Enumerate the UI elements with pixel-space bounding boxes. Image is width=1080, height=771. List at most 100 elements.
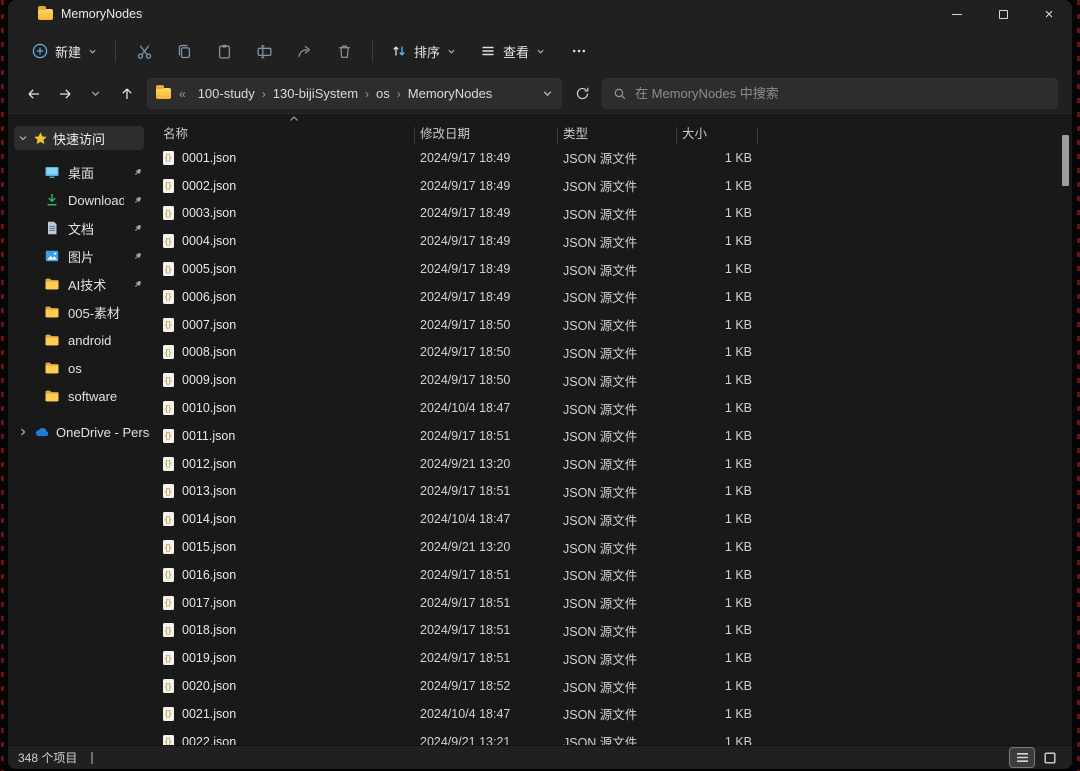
column-header-date-modified[interactable]: 修改日期: [415, 120, 558, 144]
file-row[interactable]: 0002.json2024/9/17 18:49JSON 源文件1 KB: [150, 172, 1072, 200]
sidebar-item-software[interactable]: software: [8, 382, 150, 410]
file-name: 0016.json: [182, 568, 236, 582]
file-row[interactable]: 0012.json2024/9/21 13:20JSON 源文件1 KB: [150, 450, 1072, 478]
breadcrumb-segment[interactable]: 100-study: [194, 84, 259, 103]
file-date-modified: 2024/9/17 18:51: [415, 596, 558, 610]
file-row[interactable]: 0003.json2024/9/17 18:49JSON 源文件1 KB: [150, 200, 1072, 228]
file-row[interactable]: 0021.json2024/10/4 18:47JSON 源文件1 KB: [150, 700, 1072, 728]
column-header-name[interactable]: 名称: [150, 120, 415, 144]
file-row[interactable]: 0005.json2024/9/17 18:49JSON 源文件1 KB: [150, 255, 1072, 283]
json-file-icon: [163, 540, 174, 554]
file-name: 0001.json: [182, 151, 236, 165]
delete-button[interactable]: [324, 34, 364, 68]
search-input[interactable]: [635, 86, 1047, 101]
json-file-icon: [163, 512, 174, 526]
file-size: 1 KB: [677, 373, 758, 387]
breadcrumb-segment[interactable]: 130-bijiSystem: [269, 84, 362, 103]
sidebar-item-005-sucai[interactable]: 005-素材: [8, 298, 150, 326]
sidebar-item-android[interactable]: android: [8, 326, 150, 354]
json-file-icon: [163, 484, 174, 498]
back-button[interactable]: [18, 78, 49, 109]
rename-button[interactable]: [244, 34, 284, 68]
view-lines-icon: [480, 43, 496, 59]
folder-icon: [44, 332, 60, 348]
maximize-button[interactable]: [980, 0, 1026, 28]
file-row[interactable]: 0015.json2024/9/21 13:20JSON 源文件1 KB: [150, 533, 1072, 561]
vertical-scrollbar-thumb[interactable]: [1062, 135, 1069, 186]
file-row[interactable]: 0010.json2024/10/4 18:47JSON 源文件1 KB: [150, 394, 1072, 422]
sidebar-item-downloads[interactable]: Downloads: [8, 186, 150, 214]
file-name-cell: 0012.json: [150, 457, 415, 471]
minimize-button[interactable]: [934, 0, 980, 28]
sidebar-item-quick-access[interactable]: 快速访问: [14, 126, 144, 150]
trash-icon: [336, 43, 353, 60]
recent-locations-button[interactable]: [80, 78, 111, 109]
address-chevron-down-icon[interactable]: [542, 88, 553, 99]
breadcrumb-segment[interactable]: MemoryNodes: [404, 84, 497, 103]
breadcrumb-segment[interactable]: os: [372, 84, 394, 103]
file-row[interactable]: 0001.json2024/9/17 18:49JSON 源文件1 KB: [150, 144, 1072, 172]
quick-access-label: 快速访问: [53, 129, 105, 148]
column-header-type[interactable]: 类型: [558, 120, 677, 144]
file-row[interactable]: 0013.json2024/9/17 18:51JSON 源文件1 KB: [150, 478, 1072, 506]
file-row[interactable]: 0011.json2024/9/17 18:51JSON 源文件1 KB: [150, 422, 1072, 450]
address-bar[interactable]: « 100-study›130-bijiSystem›os›MemoryNode…: [147, 78, 562, 109]
folder-icon: [38, 9, 53, 20]
chevron-right-icon[interactable]: [18, 427, 28, 437]
new-button[interactable]: 新建: [22, 34, 107, 68]
details-view-button[interactable]: [1010, 748, 1034, 767]
sidebar-item-desktop[interactable]: 桌面: [8, 158, 150, 186]
file-row[interactable]: 0022.json2024/9/21 13:21JSON 源文件1 KB: [150, 728, 1072, 745]
file-date-modified: 2024/9/17 18:50: [415, 373, 558, 387]
close-button[interactable]: ×: [1026, 0, 1072, 28]
up-button[interactable]: [111, 78, 142, 109]
copy-button[interactable]: [164, 34, 204, 68]
share-button[interactable]: [284, 34, 324, 68]
file-row[interactable]: 0018.json2024/9/17 18:51JSON 源文件1 KB: [150, 617, 1072, 645]
file-date-modified: 2024/10/4 18:47: [415, 401, 558, 415]
file-row[interactable]: 0008.json2024/9/17 18:50JSON 源文件1 KB: [150, 339, 1072, 367]
sidebar-item-pictures[interactable]: 图片: [8, 242, 150, 270]
rename-icon: [256, 43, 273, 60]
file-name-cell: 0006.json: [150, 290, 415, 304]
chevron-down-icon: [88, 47, 97, 56]
file-name: 0012.json: [182, 457, 236, 471]
file-row[interactable]: 0007.json2024/9/17 18:50JSON 源文件1 KB: [150, 311, 1072, 339]
cut-button[interactable]: [124, 34, 164, 68]
onedrive-cloud-icon: [34, 424, 50, 440]
file-size: 1 KB: [677, 345, 758, 359]
file-row[interactable]: 0006.json2024/9/17 18:49JSON 源文件1 KB: [150, 283, 1072, 311]
file-row[interactable]: 0004.json2024/9/17 18:49JSON 源文件1 KB: [150, 227, 1072, 255]
breadcrumb-collapsed-indicator[interactable]: «: [177, 87, 188, 101]
more-options-button[interactable]: [559, 34, 599, 68]
status-bar: 348 个项目: [8, 745, 1072, 769]
sidebar-item-onedrive[interactable]: OneDrive - Persor: [8, 418, 150, 446]
file-row[interactable]: 0009.json2024/9/17 18:50JSON 源文件1 KB: [150, 366, 1072, 394]
file-row[interactable]: 0020.json2024/9/17 18:52JSON 源文件1 KB: [150, 672, 1072, 700]
column-header-size[interactable]: 大小: [677, 120, 758, 144]
refresh-button[interactable]: [566, 78, 598, 109]
file-size: 1 KB: [677, 179, 758, 193]
new-button-label: 新建: [55, 42, 81, 61]
file-name-cell: 0003.json: [150, 206, 415, 220]
file-date-modified: 2024/9/17 18:49: [415, 206, 558, 220]
window-title: MemoryNodes: [61, 7, 142, 21]
file-row[interactable]: 0016.json2024/9/17 18:51JSON 源文件1 KB: [150, 561, 1072, 589]
search-box: [602, 78, 1058, 109]
column-resize-handle[interactable]: [757, 127, 758, 144]
large-icons-view-button[interactable]: [1038, 748, 1062, 767]
file-size: 1 KB: [677, 457, 758, 471]
sidebar-item-os[interactable]: os: [8, 354, 150, 382]
sidebar-item-documents[interactable]: 文档: [8, 214, 150, 242]
paste-button[interactable]: [204, 34, 244, 68]
file-type: JSON 源文件: [558, 482, 677, 501]
file-row[interactable]: 0017.json2024/9/17 18:51JSON 源文件1 KB: [150, 589, 1072, 617]
file-row[interactable]: 0019.json2024/9/17 18:51JSON 源文件1 KB: [150, 644, 1072, 672]
forward-button[interactable]: [49, 78, 80, 109]
view-button[interactable]: 查看: [470, 34, 555, 68]
file-name-cell: 0009.json: [150, 373, 415, 387]
sort-button[interactable]: 排序: [381, 34, 466, 68]
sidebar-item-ai-tech[interactable]: AI技术: [8, 270, 150, 298]
chevron-down-icon[interactable]: [18, 133, 28, 143]
file-row[interactable]: 0014.json2024/10/4 18:47JSON 源文件1 KB: [150, 505, 1072, 533]
